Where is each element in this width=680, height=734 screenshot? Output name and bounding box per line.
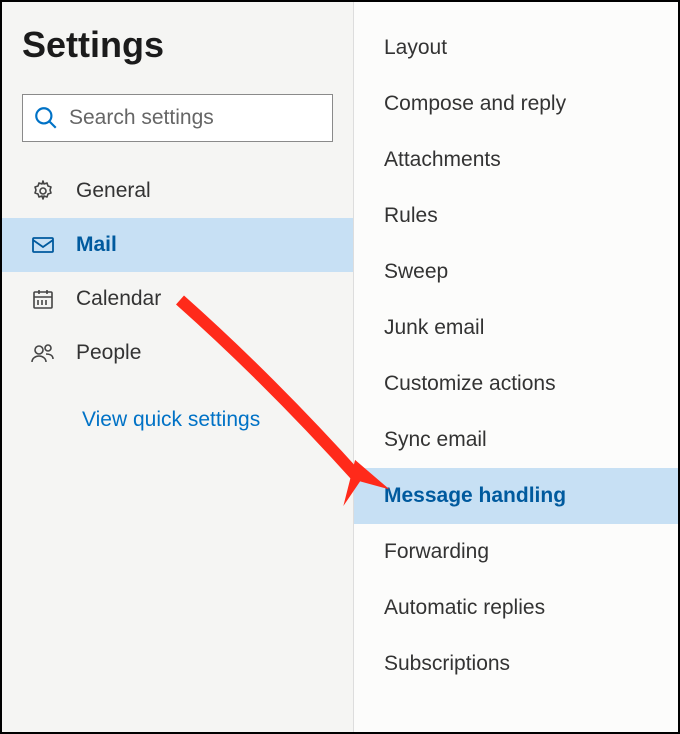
sub-item-attachments[interactable]: Attachments — [354, 132, 678, 188]
settings-panel: Settings General — [0, 0, 680, 734]
sidebar-item-label: Mail — [76, 233, 117, 257]
sidebar-item-people[interactable]: People — [2, 326, 353, 380]
left-sidebar: Settings General — [2, 2, 354, 732]
calendar-icon — [30, 286, 56, 312]
people-icon — [30, 340, 56, 366]
sidebar-item-label: People — [76, 341, 141, 365]
gear-icon — [30, 178, 56, 204]
search-box[interactable] — [22, 94, 333, 142]
sidebar-item-calendar[interactable]: Calendar — [2, 272, 353, 326]
mail-icon — [30, 232, 56, 258]
sidebar-item-mail[interactable]: Mail — [2, 218, 353, 272]
sidebar-item-label: General — [76, 179, 151, 203]
sub-item-customize-actions[interactable]: Customize actions — [354, 356, 678, 412]
view-quick-settings-link[interactable]: View quick settings — [2, 380, 353, 432]
sub-item-sweep[interactable]: Sweep — [354, 244, 678, 300]
search-icon — [33, 105, 59, 131]
sub-item-sync-email[interactable]: Sync email — [354, 412, 678, 468]
sub-item-junk-email[interactable]: Junk email — [354, 300, 678, 356]
page-title: Settings — [2, 2, 353, 76]
search-wrapper — [2, 76, 353, 156]
sub-item-layout[interactable]: Layout — [354, 20, 678, 76]
sub-item-rules[interactable]: Rules — [354, 188, 678, 244]
sub-item-forwarding[interactable]: Forwarding — [354, 524, 678, 580]
sidebar-item-general[interactable]: General — [2, 164, 353, 218]
sidebar-nav: General Mail — [2, 164, 353, 380]
mail-settings-subpanel: Layout Compose and reply Attachments Rul… — [354, 2, 678, 732]
sidebar-item-label: Calendar — [76, 287, 161, 311]
sub-item-compose-and-reply[interactable]: Compose and reply — [354, 76, 678, 132]
sub-item-message-handling[interactable]: Message handling — [354, 468, 678, 524]
sub-item-subscriptions[interactable]: Subscriptions — [354, 636, 678, 692]
sub-item-automatic-replies[interactable]: Automatic replies — [354, 580, 678, 636]
search-input[interactable] — [59, 106, 322, 130]
